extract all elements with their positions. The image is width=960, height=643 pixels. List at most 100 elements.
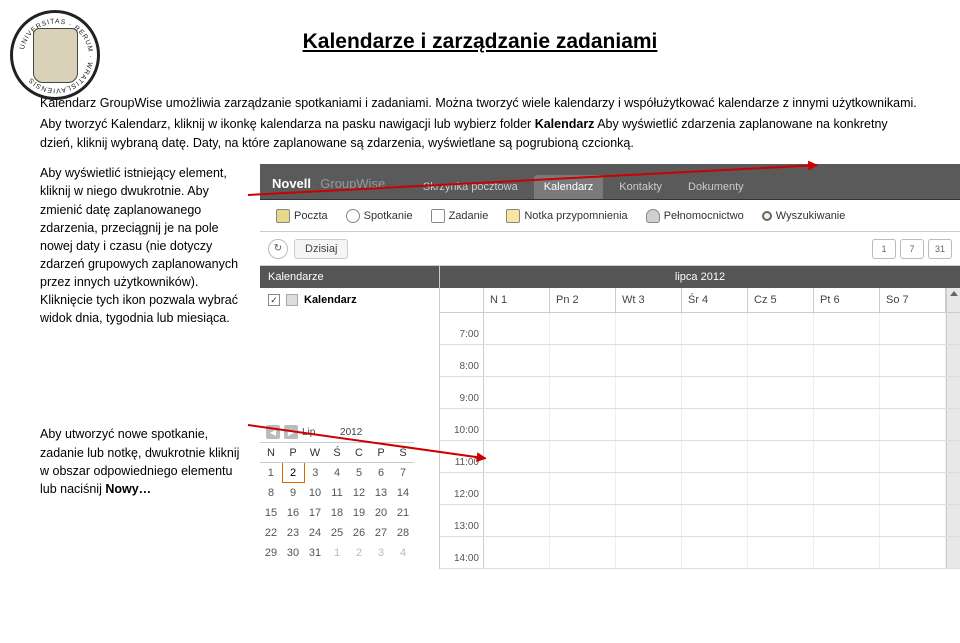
view-month[interactable]: 31 — [928, 239, 952, 259]
time-cell[interactable] — [682, 441, 748, 472]
time-cell[interactable] — [814, 537, 880, 568]
time-cell[interactable] — [814, 345, 880, 376]
mini-cal-day[interactable]: 6 — [370, 463, 392, 483]
tb-proxy[interactable]: Pełnomocnictwo — [638, 206, 752, 226]
checkbox-icon[interactable]: ✓ — [268, 294, 280, 306]
time-cell[interactable] — [616, 441, 682, 472]
mini-cal-day[interactable]: 18 — [326, 503, 348, 523]
mini-cal-day[interactable]: 23 — [282, 523, 304, 543]
time-cell[interactable] — [682, 505, 748, 536]
time-cell[interactable] — [550, 409, 616, 440]
time-cell[interactable] — [748, 409, 814, 440]
time-row[interactable]: 12:00 — [440, 473, 960, 505]
today-button[interactable]: Dzisiaj — [294, 239, 348, 259]
time-cell[interactable] — [748, 537, 814, 568]
time-cell[interactable] — [682, 537, 748, 568]
time-cell[interactable] — [550, 377, 616, 408]
time-cell[interactable] — [682, 313, 748, 344]
view-week[interactable]: 7 — [900, 239, 924, 259]
scrollbar[interactable] — [946, 473, 960, 504]
time-cell[interactable] — [550, 537, 616, 568]
time-cell[interactable] — [814, 473, 880, 504]
tb-search[interactable]: Wyszukiwanie — [754, 207, 854, 225]
time-cell[interactable] — [814, 505, 880, 536]
mini-cal-day[interactable]: 21 — [392, 503, 414, 523]
day-col-sat[interactable]: So 7 — [880, 288, 946, 312]
mini-cal-day[interactable]: 10 — [304, 483, 326, 503]
mini-cal-day[interactable]: 25 — [326, 523, 348, 543]
time-cell[interactable] — [880, 537, 946, 568]
time-cell[interactable] — [616, 377, 682, 408]
mini-cal-day[interactable]: 4 — [326, 463, 348, 483]
time-row[interactable]: 14:00 — [440, 537, 960, 569]
time-cell[interactable] — [484, 345, 550, 376]
time-cell[interactable] — [484, 473, 550, 504]
day-col-thu[interactable]: Cz 5 — [748, 288, 814, 312]
time-cell[interactable] — [682, 409, 748, 440]
time-cell[interactable] — [748, 473, 814, 504]
mini-cal-day[interactable]: 22 — [260, 523, 282, 543]
calendar-list-item[interactable]: ✓ Kalendarz — [260, 288, 439, 312]
time-cell[interactable] — [550, 313, 616, 344]
time-row[interactable]: 8:00 — [440, 345, 960, 377]
time-cell[interactable] — [484, 537, 550, 568]
time-cell[interactable] — [550, 505, 616, 536]
tb-mail[interactable]: Poczta — [268, 206, 336, 226]
nav-mailbox[interactable]: Skrzynka pocztowa — [413, 175, 528, 199]
time-cell[interactable] — [880, 441, 946, 472]
mini-cal-day[interactable]: 1 — [326, 543, 348, 563]
refresh-button[interactable]: ↻ — [268, 239, 288, 259]
time-cell[interactable] — [682, 345, 748, 376]
mini-cal-day[interactable]: 19 — [348, 503, 370, 523]
time-cell[interactable] — [814, 409, 880, 440]
time-row[interactable]: 11:00 — [440, 441, 960, 473]
scrollbar[interactable] — [946, 377, 960, 408]
mini-cal-day[interactable]: 5 — [348, 463, 370, 483]
time-row[interactable]: 10:00 — [440, 409, 960, 441]
nav-documents[interactable]: Dokumenty — [678, 175, 754, 199]
time-cell[interactable] — [616, 409, 682, 440]
time-cell[interactable] — [880, 313, 946, 344]
time-cell[interactable] — [748, 313, 814, 344]
mini-cal-day[interactable]: 24 — [304, 523, 326, 543]
tb-task[interactable]: Zadanie — [423, 206, 497, 226]
time-cell[interactable] — [880, 505, 946, 536]
mini-cal-day[interactable]: 2 — [282, 463, 304, 483]
time-cell[interactable] — [682, 377, 748, 408]
time-cell[interactable] — [616, 473, 682, 504]
time-cell[interactable] — [814, 441, 880, 472]
time-cell[interactable] — [484, 377, 550, 408]
time-cell[interactable] — [814, 313, 880, 344]
mini-cal-day[interactable]: 3 — [304, 463, 326, 483]
mini-cal-day[interactable]: 28 — [392, 523, 414, 543]
time-cell[interactable] — [880, 377, 946, 408]
time-row[interactable]: 9:00 — [440, 377, 960, 409]
nav-contacts[interactable]: Kontakty — [609, 175, 672, 199]
day-col-wed[interactable]: Śr 4 — [682, 288, 748, 312]
mini-cal-day[interactable]: 16 — [282, 503, 304, 523]
day-col-tue[interactable]: Wt 3 — [616, 288, 682, 312]
day-col-mon[interactable]: Pn 2 — [550, 288, 616, 312]
scrollbar[interactable] — [946, 288, 960, 312]
mini-cal-day[interactable]: 13 — [370, 483, 392, 503]
mini-cal-day[interactable]: 1 — [260, 463, 282, 483]
time-cell[interactable] — [748, 505, 814, 536]
time-cell[interactable] — [550, 441, 616, 472]
mini-cal-day[interactable]: 17 — [304, 503, 326, 523]
time-cell[interactable] — [616, 313, 682, 344]
mini-cal-day[interactable]: 3 — [370, 543, 392, 563]
mini-cal-day[interactable]: 8 — [260, 483, 282, 503]
day-col-sun[interactable]: N 1 — [484, 288, 550, 312]
time-cell[interactable] — [550, 345, 616, 376]
time-cell[interactable] — [616, 505, 682, 536]
scrollbar[interactable] — [946, 409, 960, 440]
time-cell[interactable] — [814, 377, 880, 408]
time-cell[interactable] — [616, 537, 682, 568]
time-cell[interactable] — [484, 441, 550, 472]
mini-cal-day[interactable]: 30 — [282, 543, 304, 563]
time-cell[interactable] — [880, 345, 946, 376]
day-col-fri[interactable]: Pt 6 — [814, 288, 880, 312]
mini-cal-day[interactable]: 26 — [348, 523, 370, 543]
mini-cal-day[interactable]: 11 — [326, 483, 348, 503]
time-cell[interactable] — [880, 473, 946, 504]
